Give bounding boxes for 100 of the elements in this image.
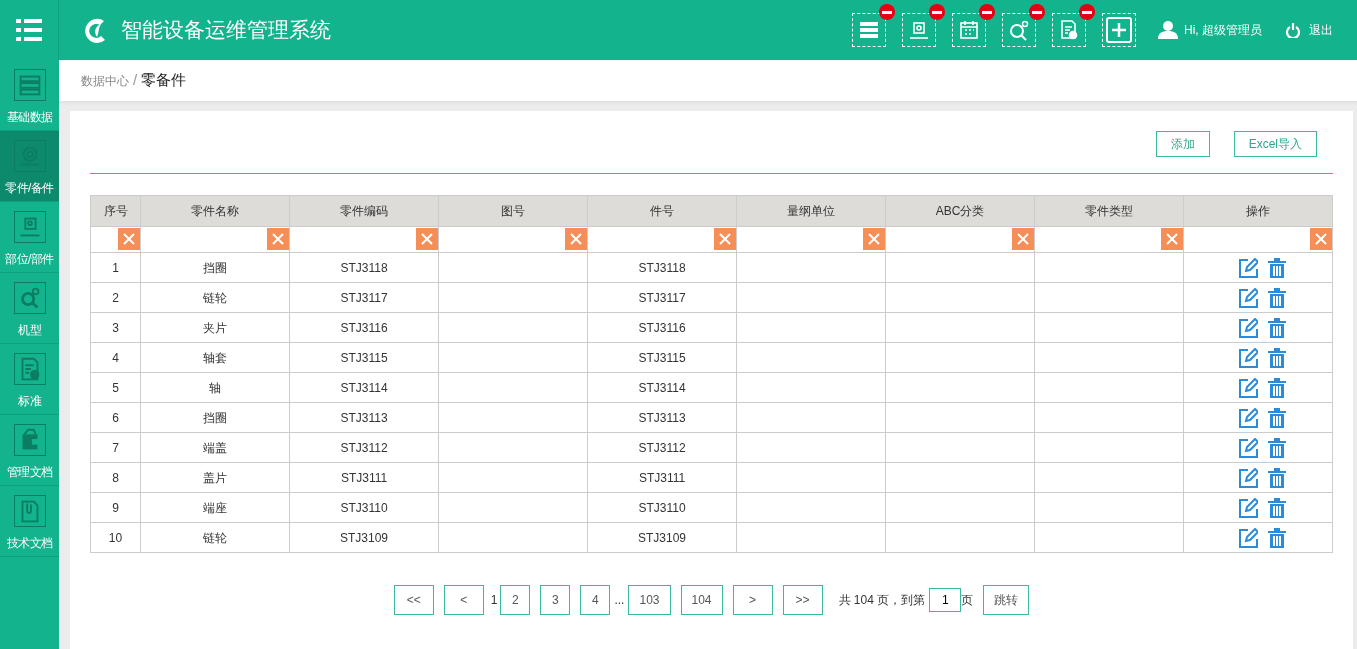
table-cell: 挡圈 [140, 252, 290, 283]
current-page: 1 [490, 592, 498, 609]
trash-icon [1268, 527, 1286, 548]
table-cell: STJ3115 [587, 342, 737, 373]
page-button[interactable]: 104 [680, 585, 723, 615]
delete-button[interactable] [1268, 497, 1286, 518]
clear-filter-button[interactable] [416, 228, 438, 250]
edit-button[interactable] [1238, 317, 1258, 338]
minus-icon [1032, 10, 1042, 14]
clear-filter-button[interactable] [565, 228, 587, 250]
remove-badge[interactable] [1029, 4, 1045, 20]
table-cell: STJ3117 [587, 282, 737, 313]
delete-button[interactable] [1268, 437, 1286, 458]
trash-icon [1268, 437, 1286, 458]
page-total-text: 共 104 页，到第 [838, 592, 926, 609]
table-cell: STJ3113 [289, 402, 439, 433]
page-button[interactable]: 2 [500, 585, 531, 615]
jump-button[interactable]: 跳转 [983, 585, 1030, 615]
edit-button[interactable] [1238, 437, 1258, 458]
edit-button[interactable] [1238, 257, 1258, 278]
table-cell: 链轮 [140, 282, 290, 313]
column-header: 零件类型 [1034, 195, 1184, 227]
magnifier-icon [1008, 19, 1030, 41]
close-icon [272, 233, 284, 245]
delete-button[interactable] [1268, 317, 1286, 338]
page-button[interactable]: 3 [540, 585, 571, 615]
clear-filter-button[interactable] [1161, 228, 1183, 250]
table-cell: 9 [90, 492, 141, 523]
trash-icon [1268, 377, 1286, 398]
delete-button[interactable] [1268, 287, 1286, 308]
table-cell: 端盖 [140, 432, 290, 463]
clear-filter-button[interactable] [1310, 228, 1332, 250]
clear-filter-button[interactable] [118, 228, 140, 250]
add-shortcut-button[interactable] [1102, 13, 1136, 47]
trash-icon [1268, 347, 1286, 368]
delete-button[interactable] [1268, 257, 1286, 278]
delete-button[interactable] [1268, 407, 1286, 428]
table-cell: 轴 [140, 372, 290, 403]
remove-badge[interactable] [1079, 4, 1095, 20]
edit-button[interactable] [1238, 407, 1258, 428]
delete-button[interactable] [1268, 527, 1286, 548]
breadcrumb-link[interactable]: 数据中心 [81, 71, 129, 90]
column-header: ABC分类 [885, 195, 1035, 227]
edit-icon [1238, 377, 1258, 398]
page-number-field[interactable]: 1 [929, 588, 962, 612]
table-cell: STJ3115 [289, 342, 439, 373]
page-nav-button[interactable]: << [393, 585, 434, 615]
clear-filter-button[interactable] [267, 228, 289, 250]
clear-filter-button[interactable] [863, 228, 885, 250]
edit-icon [1238, 347, 1258, 368]
clear-filter-button[interactable] [714, 228, 736, 250]
close-icon [123, 233, 135, 245]
edit-button[interactable] [1238, 287, 1258, 308]
edit-button[interactable] [1238, 347, 1258, 368]
table-cell: 夹片 [140, 312, 290, 343]
breadcrumb-separator: / [133, 70, 138, 91]
page-nav-button[interactable]: < [443, 585, 484, 615]
edit-icon [1238, 467, 1258, 488]
table-cell: STJ3114 [587, 372, 737, 403]
delete-button[interactable] [1268, 467, 1286, 488]
pagination-ellipsis: ... [614, 592, 625, 609]
close-icon [1166, 233, 1178, 245]
document-icon [1058, 19, 1080, 41]
edit-icon [1238, 437, 1258, 458]
remove-badge[interactable] [879, 4, 895, 20]
table-cell: STJ3112 [587, 432, 737, 463]
trash-icon [1268, 497, 1286, 518]
edit-button[interactable] [1238, 377, 1258, 398]
close-icon [1017, 233, 1029, 245]
user-greeting: Hi, 超级管理员 [1184, 22, 1262, 39]
sidebar-item[interactable]: 零件/备件 [0, 131, 59, 202]
page-unit-text: 页 [961, 592, 974, 609]
page-button[interactable]: 103 [628, 585, 671, 615]
table-cell: 链轮 [140, 522, 290, 553]
delete-button[interactable] [1268, 347, 1286, 368]
edit-button[interactable] [1238, 527, 1258, 548]
edit-button[interactable] [1238, 467, 1258, 488]
table-cell: 4 [90, 342, 141, 373]
minus-icon [882, 10, 892, 14]
minus-icon [982, 10, 992, 14]
list-icon [13, 69, 46, 101]
trash-icon [1268, 407, 1286, 428]
minus-icon [932, 10, 942, 14]
app-title: 智能设备运维管理系统 [121, 17, 331, 44]
page-nav-button[interactable]: >> [782, 585, 823, 615]
table-cell: STJ3118 [289, 252, 439, 283]
power-icon [1286, 22, 1300, 38]
trash-icon [1268, 257, 1286, 278]
page-button[interactable]: 4 [580, 585, 611, 615]
table-cell: STJ3117 [289, 282, 439, 313]
remove-badge[interactable] [979, 4, 995, 20]
clear-filter-button[interactable] [1012, 228, 1034, 250]
delete-button[interactable] [1268, 377, 1286, 398]
edit-icon [1238, 527, 1258, 548]
edit-button[interactable] [1238, 497, 1258, 518]
column-header: 零件名称 [140, 195, 290, 227]
page-nav-button[interactable]: > [732, 585, 773, 615]
remove-badge[interactable] [929, 4, 945, 20]
trash-icon [1268, 317, 1286, 338]
magnifier-icon [13, 282, 46, 314]
